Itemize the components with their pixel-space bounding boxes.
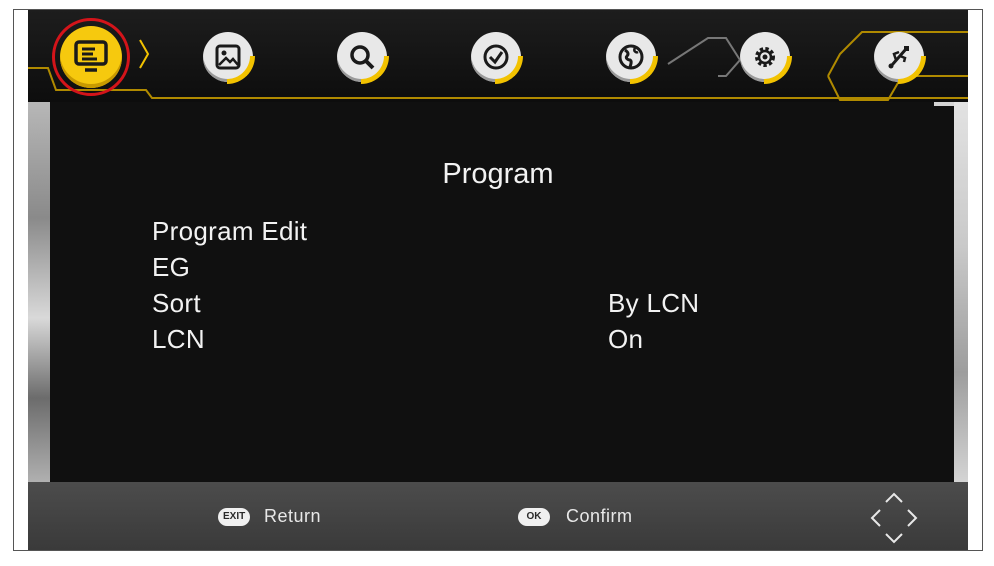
tab-usb[interactable] [874, 32, 926, 84]
menu-item-label: LCN [152, 324, 205, 354]
menu-item-lcn[interactable]: LCN On [152, 324, 852, 358]
ok-key-badge: OK [518, 508, 550, 526]
tab-setup[interactable] [740, 32, 792, 84]
tab-picture[interactable] [203, 32, 255, 84]
menu-tab-bar [28, 10, 968, 102]
menu-item-sort[interactable]: Sort By LCN [152, 288, 852, 322]
tab-program[interactable] [60, 26, 122, 88]
tab-channel-search[interactable] [337, 32, 389, 84]
menu-item-label: EG [152, 252, 191, 282]
live-tv-backdrop-right [954, 80, 968, 498]
tab-language[interactable] [606, 32, 658, 84]
tab-time[interactable] [471, 32, 523, 84]
help-bar: EXIT Return OK Confirm [28, 482, 968, 550]
tv-screen: Program Program Edit EG Sort By LCN LCN … [28, 10, 968, 550]
menu-title: Program [442, 158, 554, 190]
menu-item-value: By LCN [608, 288, 700, 318]
menu-item-label: Sort [152, 288, 201, 318]
confirm-hint-label: Confirm [566, 506, 633, 526]
menu-item-eg[interactable]: EG [152, 252, 852, 286]
exit-key-badge: EXIT [218, 508, 251, 526]
return-hint-label: Return [264, 506, 322, 526]
menu-item-value: On [608, 324, 644, 354]
dpad-arrows-icon [870, 492, 918, 544]
menu-item-program-edit[interactable]: Program Edit [152, 216, 852, 250]
menu-item-label: Program Edit [152, 216, 308, 246]
tv-program-icon [74, 40, 108, 72]
